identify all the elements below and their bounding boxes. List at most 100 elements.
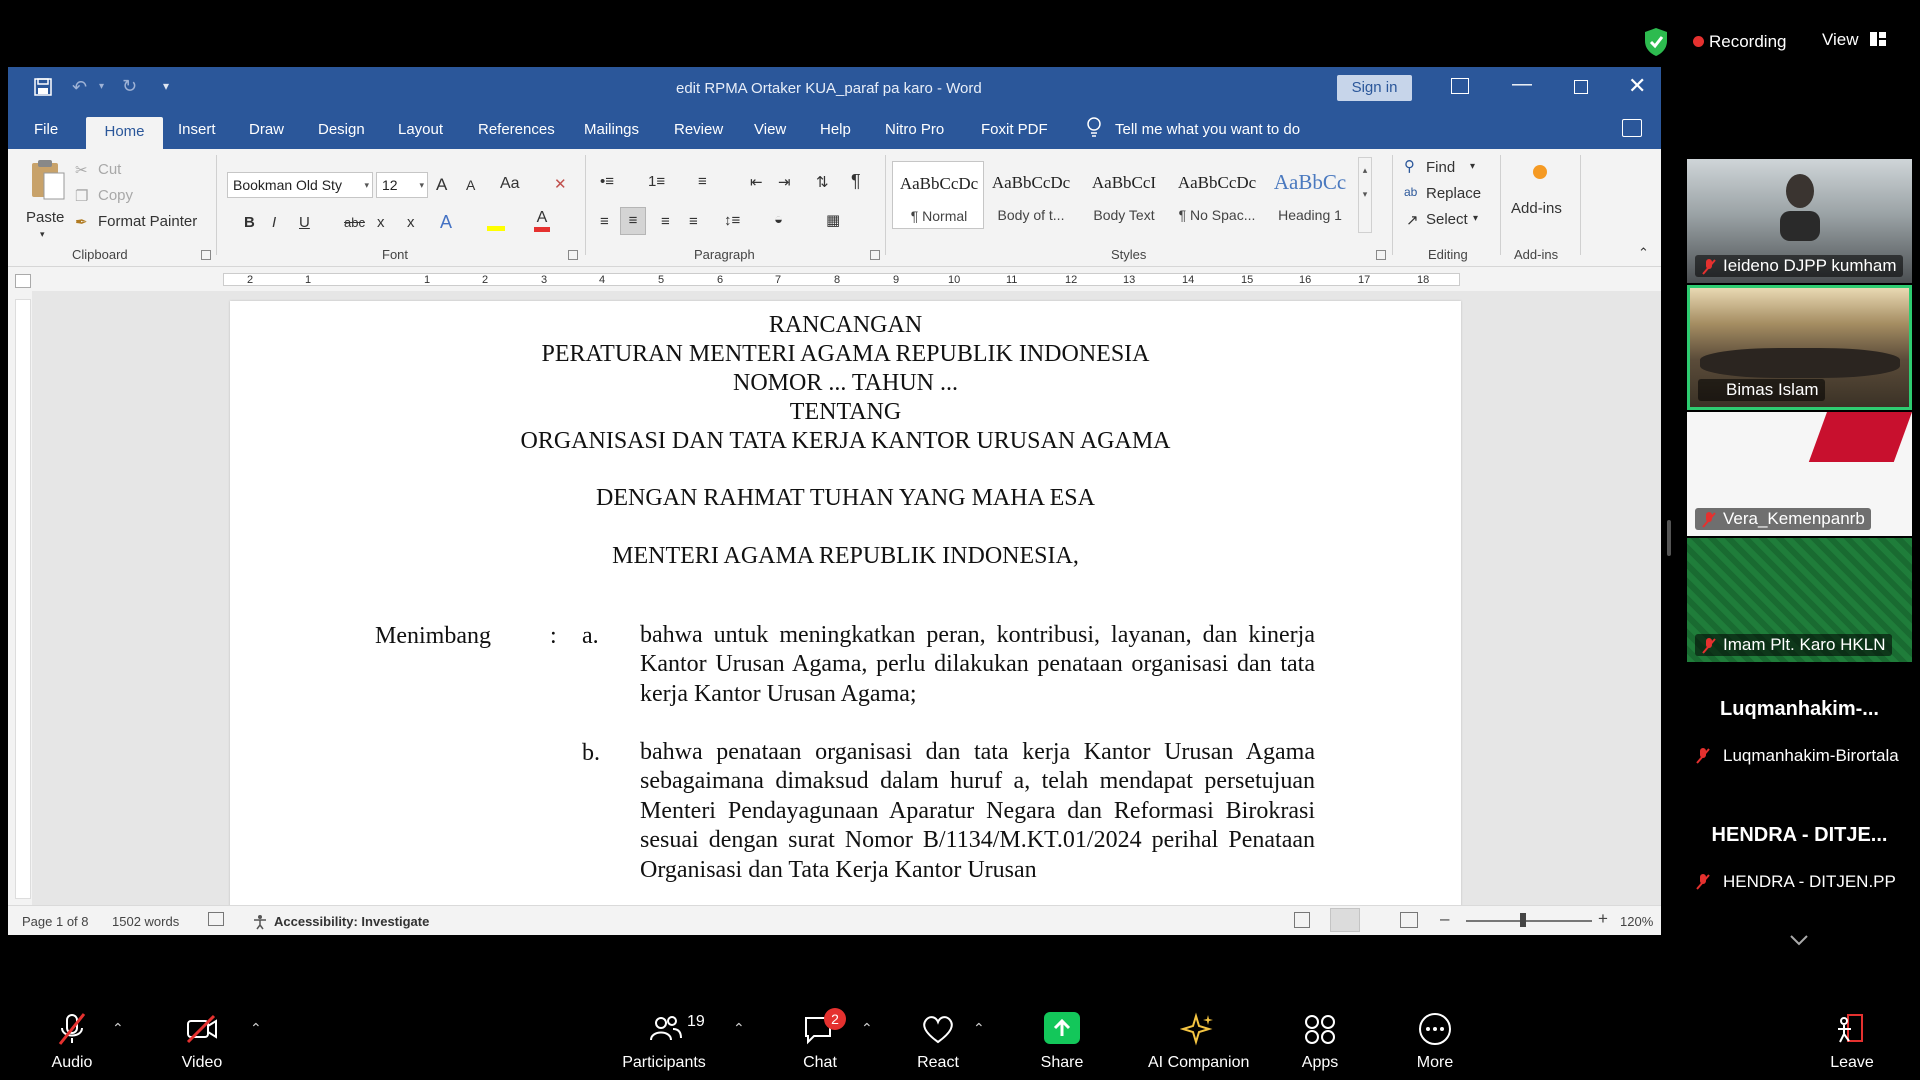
clipboard-launcher-icon[interactable]	[201, 250, 211, 260]
shading-icon[interactable]: ◒	[774, 211, 783, 228]
align-left-icon[interactable]: ≡	[600, 213, 609, 230]
tab-insert[interactable]: Insert	[178, 121, 216, 138]
print-layout-icon[interactable]	[1330, 908, 1360, 932]
ribbon-display-options-icon[interactable]	[1451, 78, 1469, 94]
sort-icon[interactable]: ⇅	[816, 173, 829, 191]
close-icon[interactable]: ✕	[1628, 73, 1646, 99]
font-name-select[interactable]: Bookman Old Sty ▾	[227, 172, 373, 198]
subscript-button[interactable]: x	[377, 214, 385, 231]
participant-tile-active[interactable]: Bimas Islam	[1687, 285, 1912, 410]
numbering-icon[interactable]: 1≡	[648, 173, 665, 190]
chevron-down-icon[interactable]: ▾	[1473, 213, 1478, 224]
decrease-indent-icon[interactable]: ⇤	[750, 173, 763, 191]
tab-home[interactable]: Home	[86, 117, 163, 149]
video-options-caret-icon[interactable]: ⌃	[250, 1020, 262, 1037]
customize-quick-access-icon[interactable]: ▾	[163, 79, 169, 93]
comments-icon[interactable]	[1622, 119, 1642, 137]
justify-icon[interactable]: ≡	[689, 213, 698, 230]
participant-tile[interactable]: Imam Plt. Karo HKLN	[1687, 538, 1912, 662]
participant-tile[interactable]: HENDRA - DITJE... HENDRA - DITJEN.PP	[1687, 790, 1912, 913]
zoom-slider[interactable]	[1466, 920, 1592, 922]
ai-companion-button[interactable]: AI Companion	[1148, 998, 1249, 1080]
borders-icon[interactable]: ▦	[826, 211, 840, 229]
styles-launcher-icon[interactable]	[1376, 250, 1386, 260]
recording-label[interactable]: Recording	[1709, 32, 1787, 52]
document-canvas[interactable]: RANCANGAN PERATURAN MENTERI AGAMA REPUBL…	[32, 291, 1661, 905]
more-button[interactable]: More	[1385, 998, 1485, 1080]
undo-icon[interactable]: ↶	[72, 77, 87, 98]
tab-foxit-pdf[interactable]: Foxit PDF	[981, 121, 1048, 138]
line-spacing-icon[interactable]: ↕≡	[724, 212, 740, 229]
apps-button[interactable]: Apps	[1270, 998, 1370, 1080]
participants-button[interactable]: Participants	[614, 998, 714, 1080]
participant-tile[interactable]: Ieideno DJPP kumham	[1687, 159, 1912, 283]
paste-dropdown-icon[interactable]: ▾	[40, 229, 45, 240]
clear-formatting-icon[interactable]: ✕	[554, 175, 567, 193]
tab-references[interactable]: References	[478, 121, 555, 138]
audio-button[interactable]: Audio	[22, 998, 122, 1080]
tab-layout[interactable]: Layout	[398, 121, 443, 138]
tab-review[interactable]: Review	[674, 121, 723, 138]
superscript-button[interactable]: x	[407, 214, 415, 231]
underline-button[interactable]: U	[299, 214, 310, 231]
document-page[interactable]: RANCANGAN PERATURAN MENTERI AGAMA REPUBL…	[230, 301, 1461, 905]
font-size-select[interactable]: 12 ▾	[376, 172, 428, 198]
replace-button[interactable]: Replace	[1426, 185, 1481, 202]
grid-view-icon[interactable]	[1870, 31, 1886, 47]
chat-options-caret-icon[interactable]: ⌃	[861, 1020, 873, 1037]
restore-icon[interactable]	[1574, 80, 1588, 94]
vertical-ruler[interactable]	[15, 299, 31, 899]
chevron-down-icon[interactable]: ▾	[1470, 161, 1475, 172]
tab-selector-icon[interactable]	[15, 274, 31, 288]
zoom-in-icon[interactable]: +	[1598, 909, 1608, 929]
tab-file[interactable]: File	[34, 121, 58, 138]
font-launcher-icon[interactable]	[568, 250, 578, 260]
style-body-of-text[interactable]: AaBbCcDc Body of t...	[985, 161, 1077, 229]
accessibility-status[interactable]: Accessibility: Investigate	[274, 914, 429, 929]
participants-options-caret-icon[interactable]: ⌃	[733, 1020, 745, 1037]
react-button[interactable]: React	[888, 998, 988, 1080]
zoom-level[interactable]: 120%	[1620, 914, 1653, 929]
paragraph-launcher-icon[interactable]	[870, 250, 880, 260]
tab-mailings[interactable]: Mailings	[584, 121, 639, 138]
highlight-icon[interactable]	[487, 211, 505, 231]
select-button[interactable]: Select	[1426, 211, 1468, 228]
chat-button[interactable]: Chat	[770, 998, 870, 1080]
add-ins-button[interactable]: Add-ins	[1511, 200, 1562, 217]
bold-button[interactable]: B	[244, 214, 255, 231]
strikethrough-button[interactable]: abc	[344, 215, 365, 230]
sign-in-button[interactable]: Sign in	[1337, 75, 1412, 101]
text-effects-icon[interactable]: A	[440, 212, 452, 233]
page-count[interactable]: Page 1 of 8	[22, 914, 89, 929]
find-button[interactable]: Find	[1426, 159, 1455, 176]
copy-button[interactable]: Copy	[98, 187, 133, 204]
tab-draw[interactable]: Draw	[249, 121, 284, 138]
proofing-icon[interactable]	[208, 912, 224, 926]
lightbulb-icon[interactable]	[1086, 117, 1102, 139]
panel-resize-handle[interactable]	[1667, 520, 1671, 556]
react-options-caret-icon[interactable]: ⌃	[973, 1020, 985, 1037]
minimize-icon[interactable]: —	[1512, 73, 1532, 96]
show-paragraph-marks-icon[interactable]: ¶	[851, 171, 861, 192]
zoom-out-icon[interactable]: –	[1440, 909, 1449, 929]
style-no-spacing[interactable]: AaBbCcDc ¶ No Spac...	[1171, 161, 1263, 229]
collapse-ribbon-icon[interactable]: ⌃	[1638, 245, 1649, 261]
shrink-font-button[interactable]: A	[466, 177, 475, 193]
share-screen-icon[interactable]	[1044, 1012, 1080, 1044]
tell-me-search[interactable]: Tell me what you want to do	[1115, 121, 1300, 138]
audio-options-caret-icon[interactable]: ⌃	[112, 1020, 124, 1037]
align-center-icon[interactable]: ≡	[620, 207, 646, 235]
tab-nitro-pro[interactable]: Nitro Pro	[885, 121, 944, 138]
grow-font-button[interactable]: A	[436, 175, 447, 195]
style-body-text[interactable]: AaBbCcI Body Text	[1078, 161, 1170, 229]
web-layout-icon[interactable]	[1400, 912, 1418, 928]
chevron-down-icon[interactable]	[1789, 932, 1809, 948]
cut-button[interactable]: Cut	[98, 161, 121, 178]
bullets-icon[interactable]: •≡	[600, 173, 614, 190]
align-right-icon[interactable]: ≡	[661, 213, 670, 230]
horizontal-ruler[interactable]: 2 1 1 2 3 4 5 6 7 8 9 10 11 12 13 14 15 …	[8, 267, 1661, 291]
multilevel-list-icon[interactable]: ≡	[698, 173, 707, 190]
zoom-slider-thumb[interactable]	[1520, 913, 1526, 927]
change-case-button[interactable]: Aa	[500, 175, 520, 193]
tab-view[interactable]: View	[754, 121, 786, 138]
